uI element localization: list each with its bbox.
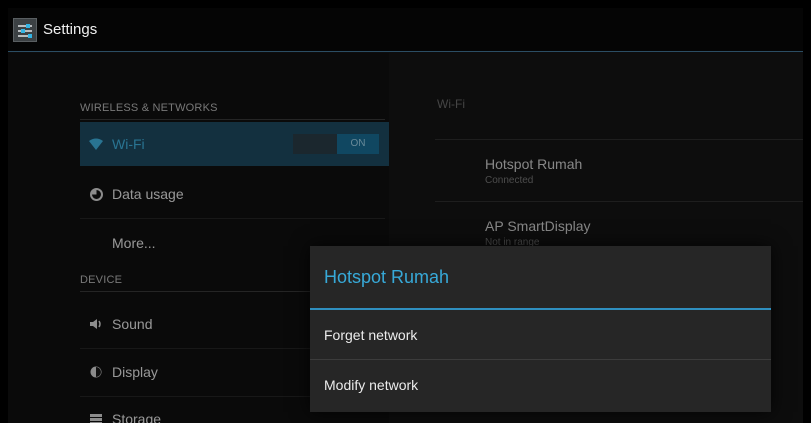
network-options-dialog: Hotspot Rumah Forget network Modify netw… xyxy=(310,246,771,412)
settings-sliders-icon[interactable] xyxy=(13,17,37,42)
settings-screen: Settings WIRELESS & NETWORKS Wi-Fi ON Da… xyxy=(8,8,803,423)
dialog-title: Hotspot Rumah xyxy=(310,246,771,310)
app-title: Settings xyxy=(43,21,98,38)
action-bar: Settings xyxy=(8,8,803,52)
modify-network-button[interactable]: Modify network xyxy=(310,360,771,409)
forget-network-button[interactable]: Forget network xyxy=(310,310,771,359)
